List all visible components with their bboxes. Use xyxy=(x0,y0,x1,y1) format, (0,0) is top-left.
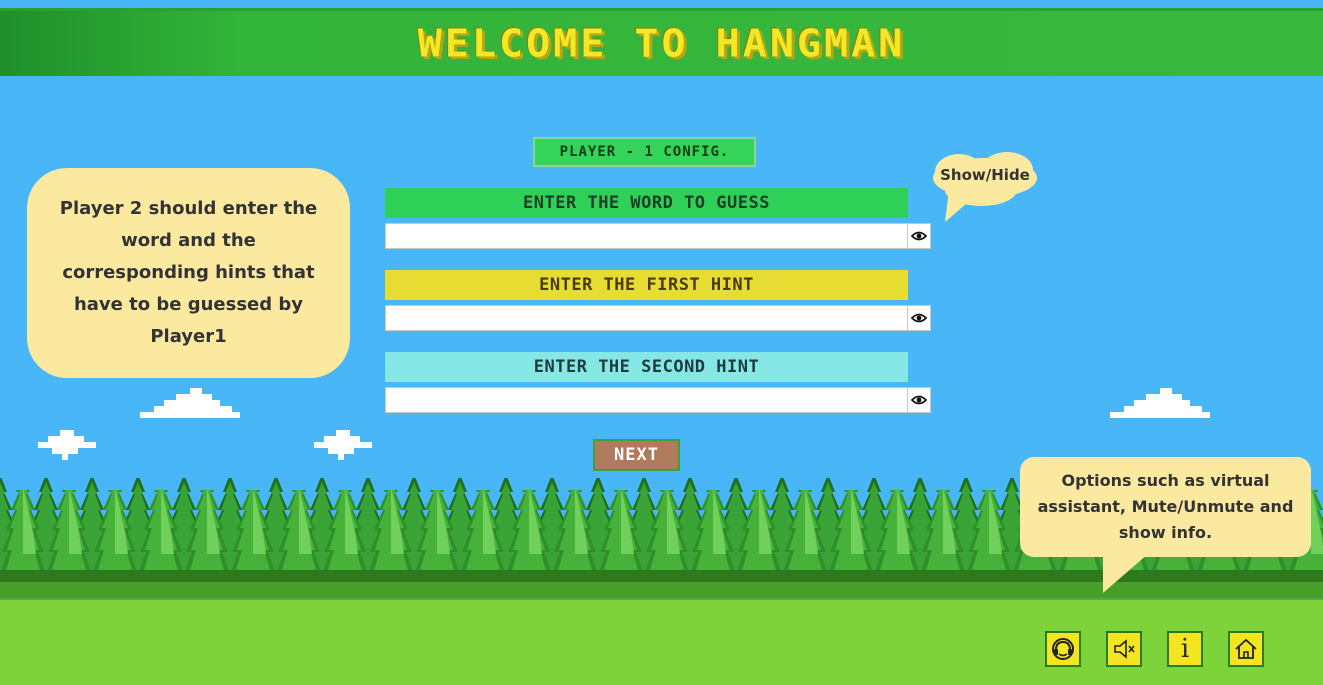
eye-icon xyxy=(911,313,927,323)
page-title: WELCOME TO HANGMAN xyxy=(417,21,906,66)
word-input[interactable] xyxy=(385,223,908,249)
speech-cloud-icon xyxy=(933,152,1037,222)
player-config-label: PLAYER - 1 CONFIG. xyxy=(533,137,756,167)
home-icon xyxy=(1235,638,1257,659)
show-hide-second-hint-button[interactable] xyxy=(907,387,931,413)
cloud-decoration xyxy=(1110,388,1210,418)
assistant-icon xyxy=(1052,638,1074,660)
eye-icon xyxy=(911,231,927,241)
first-hint-input[interactable] xyxy=(385,305,908,331)
eye-icon xyxy=(911,395,927,405)
next-button[interactable]: NEXT xyxy=(593,439,680,471)
show-hide-text: Show/Hide xyxy=(940,166,1030,184)
cloud-decoration xyxy=(38,430,96,460)
show-hide-first-hint-button[interactable] xyxy=(907,305,931,331)
options-tooltip-tail xyxy=(1103,553,1149,593)
home-button[interactable] xyxy=(1228,631,1264,667)
show-hide-tooltip: Show/Hide xyxy=(925,150,1045,222)
info-icon: i xyxy=(1180,634,1190,664)
mute-toggle-button[interactable] xyxy=(1106,631,1142,667)
instructions-text: Player 2 should enter the word and the c… xyxy=(59,198,318,347)
virtual-assistant-button[interactable] xyxy=(1045,631,1081,667)
cloud-decoration xyxy=(314,430,372,460)
header-bar: WELCOME TO HANGMAN xyxy=(0,8,1323,76)
options-tooltip: Options such as virtual assistant, Mute/… xyxy=(1020,457,1311,557)
first-hint-label: ENTER THE FIRST HINT xyxy=(385,270,908,300)
word-field-label: ENTER THE WORD TO GUESS xyxy=(385,188,908,218)
instructions-tooltip: Player 2 should enter the word and the c… xyxy=(27,168,350,378)
cloud-decoration xyxy=(140,388,240,418)
second-hint-label: ENTER THE SECOND HINT xyxy=(385,352,908,382)
info-button[interactable]: i xyxy=(1167,631,1203,667)
mute-icon xyxy=(1114,639,1135,659)
show-hide-word-button[interactable] xyxy=(907,223,931,249)
second-hint-input[interactable] xyxy=(385,387,908,413)
options-text: Options such as virtual assistant, Mute/… xyxy=(1037,471,1294,542)
